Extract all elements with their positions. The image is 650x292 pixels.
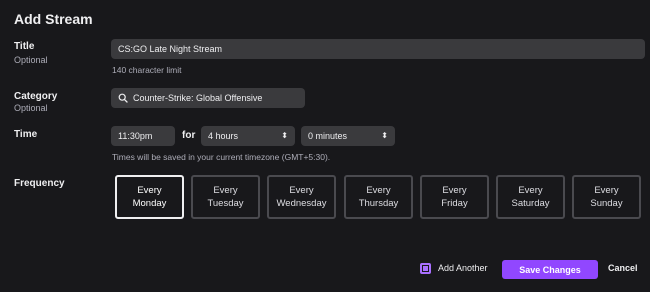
frequency-label: Frequency: [14, 178, 65, 189]
day-option-line1: Every: [366, 185, 391, 196]
title-char-limit-hint: 140 character limit: [112, 65, 182, 75]
day-option-sunday[interactable]: Every Sunday: [572, 175, 641, 219]
start-time-input[interactable]: 11:30pm: [111, 126, 175, 146]
day-option-line2: Monday: [132, 198, 167, 209]
up-down-chevron-icon: ⬍: [281, 131, 288, 140]
day-option-wednesday[interactable]: Every Wednesday: [267, 175, 336, 219]
day-option-line2: Saturday: [511, 198, 550, 209]
day-option-line2: Friday: [441, 198, 468, 209]
title-label: Title: [14, 41, 35, 52]
day-option-line2: Tuesday: [207, 198, 244, 209]
minutes-select[interactable]: 0 minutes ⬍: [301, 126, 395, 146]
save-changes-button[interactable]: Save Changes: [502, 260, 598, 279]
category-label: Category: [14, 91, 58, 102]
title-input[interactable]: CS:GO Late Night Stream: [111, 39, 645, 59]
search-icon: [118, 93, 128, 103]
day-option-line2: Thursday: [358, 198, 399, 209]
minutes-select-value: 0 minutes: [308, 131, 348, 141]
hours-select[interactable]: 4 hours ⬍: [201, 126, 295, 146]
cancel-button[interactable]: Cancel: [608, 263, 638, 273]
day-option-line2: Sunday: [590, 198, 623, 209]
title-optional-label: Optional: [14, 55, 48, 65]
day-option-line2: Wednesday: [276, 198, 327, 209]
category-optional-label: Optional: [14, 103, 48, 113]
hours-select-value: 4 hours: [208, 131, 239, 141]
checkbox-check-mark: [423, 266, 428, 271]
day-option-line1: Every: [289, 185, 314, 196]
day-option-monday[interactable]: Every Monday: [115, 175, 184, 219]
day-option-line1: Every: [518, 185, 543, 196]
day-option-line1: Every: [213, 185, 238, 196]
for-label: for: [182, 130, 196, 141]
start-time-value: 11:30pm: [118, 131, 153, 141]
day-option-friday[interactable]: Every Friday: [420, 175, 489, 219]
day-option-thursday[interactable]: Every Thursday: [344, 175, 413, 219]
day-option-line1: Every: [442, 185, 467, 196]
add-another-label[interactable]: Add Another: [438, 263, 488, 273]
category-input-value: Counter-Strike: Global Offensive: [133, 93, 263, 103]
timezone-hint: Times will be saved in your current time…: [112, 152, 331, 162]
day-option-line1: Every: [594, 185, 619, 196]
day-option-tuesday[interactable]: Every Tuesday: [191, 175, 260, 219]
time-label: Time: [14, 129, 38, 140]
day-option-saturday[interactable]: Every Saturday: [496, 175, 565, 219]
category-input[interactable]: Counter-Strike: Global Offensive: [111, 88, 305, 108]
day-option-line1: Every: [137, 185, 162, 196]
add-another-checkbox[interactable]: [420, 263, 431, 274]
up-down-chevron-icon: ⬍: [381, 131, 388, 140]
title-input-value: CS:GO Late Night Stream: [118, 44, 223, 54]
dialog-title: Add Stream: [14, 11, 93, 27]
